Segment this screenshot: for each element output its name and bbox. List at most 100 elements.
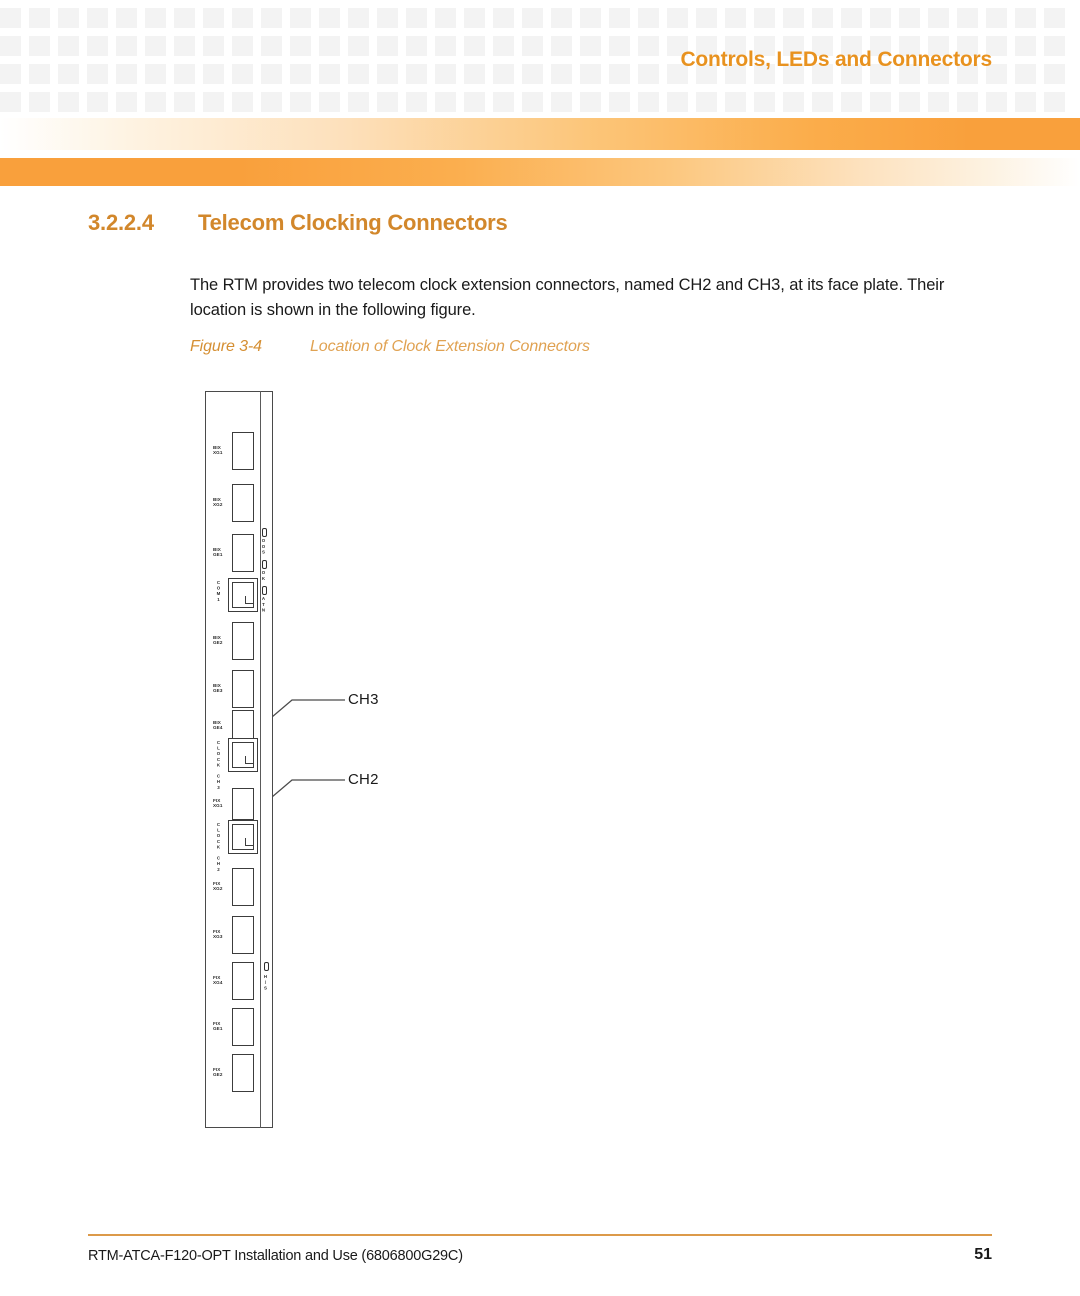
header-grid-cell: [841, 92, 862, 112]
faceplate-rj45-tab-com1: [245, 596, 254, 604]
header-grid-cell: [725, 8, 746, 28]
header-grid-cell: [754, 8, 775, 28]
figure-diagram: BIX XG1 BIX XG2 BIX GE1 COM1 BIX GE2 BIX GE3 BIX GE4…: [0, 386, 1080, 1146]
header-grid-cell: [435, 92, 456, 112]
header-grid-cell: [1015, 64, 1036, 84]
header-grid-cell: [1015, 8, 1036, 28]
port-label-line1: FIX: [213, 881, 221, 886]
header-grid-cell: [899, 92, 920, 112]
header-grid-cell: [638, 64, 659, 84]
page-header-title: Controls, LEDs and Connectors: [680, 48, 992, 71]
header-grid-cell: [638, 92, 659, 112]
header-grid-cell: [754, 92, 775, 112]
header-grid-cell: [464, 64, 485, 84]
faceplate-port-label-fix-xg2: FIX XG2: [213, 881, 223, 892]
header-grid-cell: [203, 8, 224, 28]
header-grid-cell: [580, 92, 601, 112]
header-grid-cell: [696, 8, 717, 28]
header-grid-cell: [551, 36, 572, 56]
faceplate-port-label-fix-xg1: FIX XG1: [213, 798, 223, 809]
header-grid-cell: [464, 8, 485, 28]
header-grid-cell: [1044, 64, 1065, 84]
header-grid-cell: [725, 92, 746, 112]
header-grid-cell: [0, 64, 21, 84]
header-grid-cell: [406, 92, 427, 112]
port-label-line1: BIX: [213, 720, 221, 725]
header-grid-cell: [406, 64, 427, 84]
figure-title: Location of Clock Extension Connectors: [310, 338, 590, 355]
header-bar-top: [0, 118, 1080, 150]
header-grid-cell: [551, 92, 572, 112]
faceplate-port-label-bix-ge4: BIX GE4: [213, 720, 223, 731]
header-grid-cell: [145, 64, 166, 84]
header-grid-cell: [58, 8, 79, 28]
header-grid-cell: [58, 92, 79, 112]
header-grid-cell: [493, 64, 514, 84]
faceplate-rj45-label-com1: COM1: [216, 580, 221, 603]
header-grid-cell: [493, 8, 514, 28]
faceplate-port-fix-ge2: [232, 1054, 254, 1092]
faceplate-rj45-socket-com1: [232, 582, 254, 608]
header-grid-cell: [522, 92, 543, 112]
port-label-line2: GE2: [213, 1072, 223, 1078]
section-title: Telecom Clocking Connectors: [198, 210, 508, 235]
header-grid-cell: [319, 36, 340, 56]
section-body-paragraph: The RTM provides two telecom clock exten…: [190, 275, 945, 319]
header-grid-cell: [87, 92, 108, 112]
header-grid-cell: [29, 36, 50, 56]
header-grid-cell: [348, 8, 369, 28]
header-grid-cell: [377, 92, 398, 112]
port-label-line1: BIX: [213, 445, 221, 450]
port-label-line1: FIX: [213, 798, 221, 803]
port-label-line2: GE2: [213, 640, 223, 646]
faceplate-port-label-fix-xg3: FIX XG3: [213, 929, 223, 940]
faceplate-port-label-fix-ge2: FIX GE2: [213, 1067, 223, 1078]
faceplate-led-ok: [262, 560, 267, 569]
header-grid-cell: [319, 64, 340, 84]
footer-divider: [88, 1234, 992, 1236]
faceplate-led-oos: [262, 528, 267, 537]
header-grid-cell: [841, 8, 862, 28]
port-label-line2: XG4: [213, 980, 223, 986]
header-grid-cell: [1044, 8, 1065, 28]
header-grid-cell: [928, 8, 949, 28]
port-label-line1: FIX: [213, 1067, 221, 1072]
header-grid-cell: [232, 8, 253, 28]
section-number: 3.2.2.4: [88, 210, 154, 235]
port-label-line1: BIX: [213, 497, 221, 502]
faceplate-port-label-fix-ge1: FIX GE1: [213, 1021, 223, 1032]
faceplate-port-bix-ge2: [232, 622, 254, 660]
header-grid-cell: [551, 8, 572, 28]
header-grid-cell: [1044, 92, 1065, 112]
header-grid-cell: [493, 92, 514, 112]
header-grid-cell: [261, 8, 282, 28]
faceplate-port-label-bix-xg2: BIX XG2: [213, 497, 223, 508]
header-grid-cell: [435, 36, 456, 56]
header-grid-cell: [203, 36, 224, 56]
header-grid-cell: [377, 64, 398, 84]
header-grid-cell: [522, 64, 543, 84]
header-grid-cell: [319, 8, 340, 28]
faceplate-port-fix-ge1: [232, 1008, 254, 1046]
faceplate-port-label-fix-xg4: FIX XG4: [213, 975, 223, 986]
header-grid-cell: [812, 8, 833, 28]
header-grid-cell: [290, 36, 311, 56]
header-grid-cell: [957, 92, 978, 112]
faceplate-edge-line: [260, 391, 261, 1128]
faceplate-led-hs-label: H/S: [263, 974, 268, 992]
faceplate-port-fix-xg3: [232, 916, 254, 954]
figure-number: Figure 3-4: [190, 338, 262, 355]
header-grid-cell: [580, 64, 601, 84]
header-grid-cell: [116, 36, 137, 56]
faceplate-led-atn: [262, 586, 267, 595]
header-grid-cell: [522, 36, 543, 56]
header-grid-cell: [145, 8, 166, 28]
header-grid-cell: [609, 36, 630, 56]
header-grid-cell: [464, 36, 485, 56]
figure-caption: Figure 3-4 Location of Clock Extension Co…: [190, 338, 590, 356]
port-label-line2: GE1: [213, 552, 223, 558]
header-grid-cell: [0, 92, 21, 112]
header-grid-cell: [696, 92, 717, 112]
header-grid-cell: [29, 92, 50, 112]
header-grid-cell: [435, 64, 456, 84]
